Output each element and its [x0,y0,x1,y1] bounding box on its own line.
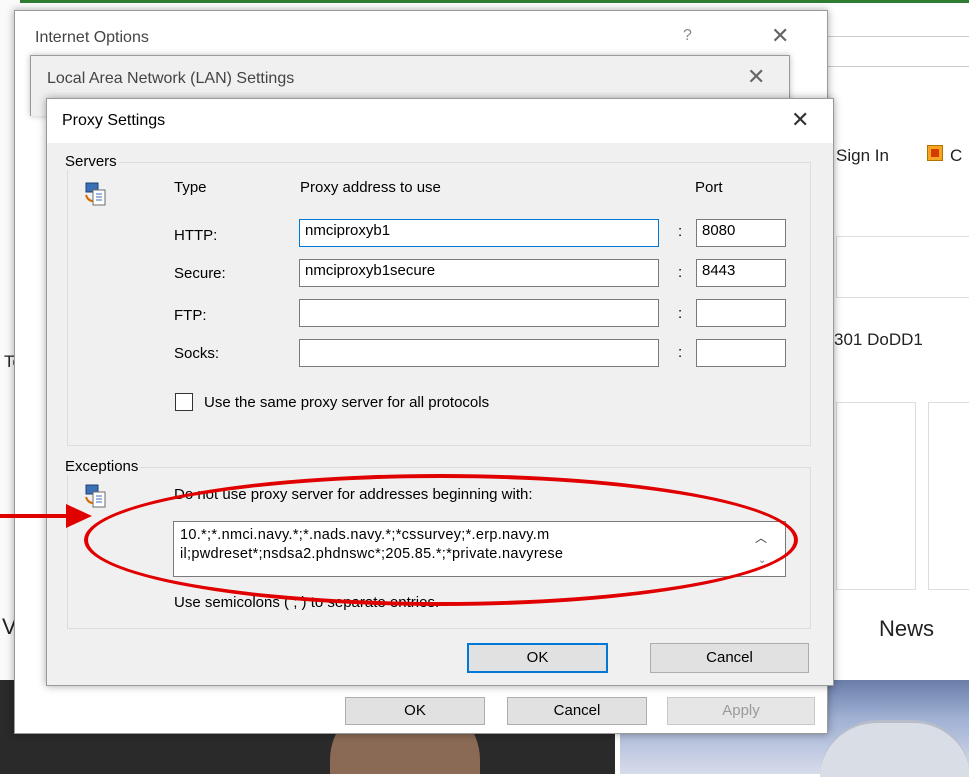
close-icon[interactable]: ✕ [771,25,789,47]
close-icon[interactable]: ✕ [747,66,765,88]
socks-port-input[interactable] [696,339,786,367]
proxy-cancel-button[interactable]: Cancel [650,643,809,673]
column-header-address: Proxy address to use [300,179,441,196]
separator-colon: : [678,223,683,240]
page-divider [826,36,969,37]
same-proxy-checkbox[interactable] [175,393,193,411]
internet-options-cancel-button[interactable]: Cancel [507,697,647,725]
socks-address-input[interactable] [299,339,659,367]
column-header-port: Port [695,179,723,196]
servers-group-label: Servers [63,153,119,170]
help-icon[interactable]: ? [683,27,692,45]
page-top-accent [0,0,969,3]
office-icon[interactable] [927,145,943,161]
annotation-ellipse [84,474,798,606]
close-icon[interactable]: ✕ [791,109,809,131]
news-heading[interactable]: News [879,616,934,642]
http-label: HTTP: [174,227,218,244]
socks-label: Socks: [174,345,220,362]
separator-colon: : [678,305,683,322]
proxy-ok-button[interactable]: OK [467,643,608,673]
page-content-box [836,236,969,298]
internet-options-ok-button[interactable]: OK [345,697,485,725]
network-computer-icon [85,182,106,206]
partial-toolbar-text: C [950,146,963,165]
page-divider [826,66,969,67]
internet-options-apply-button[interactable]: Apply [667,697,815,725]
ftp-label: FTP: [174,307,207,324]
http-port-input[interactable]: 8080 [696,219,786,247]
separator-colon: : [678,344,683,361]
annotation-arrow-head-icon [66,504,92,528]
proxy-settings-title: Proxy Settings [62,112,166,129]
ftp-port-input[interactable] [696,299,786,327]
ftp-address-input[interactable] [299,299,659,327]
page-card [928,402,969,590]
secure-address-input[interactable]: nmciproxyb1secure [299,259,659,287]
same-proxy-label[interactable]: Use the same proxy server for all protoc… [204,394,489,411]
sign-in-link[interactable]: Sign In [836,146,889,166]
lan-settings-title: Local Area Network (LAN) Settings [47,70,295,87]
secure-label: Secure: [174,265,226,282]
doc-reference-text: 301 DoDD1 [834,330,923,349]
exceptions-group-label: Exceptions [63,458,141,475]
secure-port-input[interactable]: 8443 [696,259,786,287]
column-header-type: Type [174,179,207,196]
page-card [836,402,916,590]
separator-colon: : [678,264,683,281]
internet-options-title: Internet Options [35,29,149,46]
http-address-input[interactable]: nmciproxyb1 [299,219,659,247]
